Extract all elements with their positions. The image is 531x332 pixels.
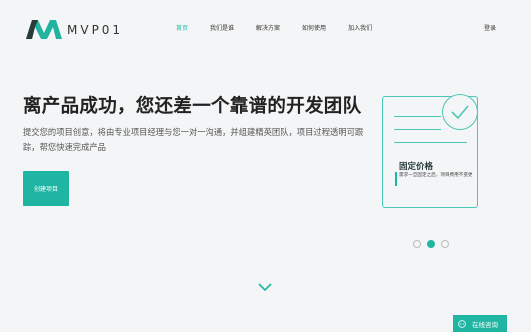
chat-icon <box>458 319 466 328</box>
online-consult-button[interactable]: 在线咨询 <box>453 315 507 332</box>
online-consult-label: 在线咨询 <box>472 320 498 329</box>
logo-mark-icon <box>26 20 62 39</box>
nav-item-solutions[interactable]: 解决方案 <box>256 24 280 34</box>
hero-description: 提交您的项目创意，将由专业项目经理与您一对一沟通，并组建精英团队，项目过程透明可… <box>23 127 364 152</box>
logo[interactable]: MVP01 <box>26 20 123 39</box>
check-icon <box>451 105 469 120</box>
nav-links: 首页 我们是谁 解决方案 如何使用 加入我们 <box>176 24 394 34</box>
check-circle <box>442 94 478 130</box>
card-line <box>394 129 441 131</box>
carousel-dot-1[interactable] <box>413 240 421 248</box>
nav-item-join-us[interactable]: 加入我们 <box>348 24 372 34</box>
carousel-dot-3[interactable] <box>441 240 449 248</box>
top-nav: MVP01 首页 我们是谁 解决方案 如何使用 加入我们 登录 <box>0 0 531 60</box>
card-line <box>394 142 467 144</box>
brand-name: MVP01 <box>67 22 124 37</box>
nav-item-about[interactable]: 我们是谁 <box>210 24 234 34</box>
hero-title: 离产品成功，您还差一个靠谱的开发团队 <box>23 96 362 117</box>
feature-card-text: 需求一旦固定之后，项目费用不变更 <box>399 173 473 178</box>
login-link[interactable]: 登录 <box>484 24 496 34</box>
feature-card-accent-bar <box>395 172 397 186</box>
chevron-down-icon[interactable] <box>258 282 272 292</box>
feature-card-title: 固定价格 <box>399 162 434 172</box>
create-project-button[interactable]: 创建项目 <box>23 171 69 206</box>
card-line <box>394 116 441 118</box>
nav-item-how-to-use[interactable]: 如何使用 <box>302 24 326 34</box>
carousel-dot-2[interactable] <box>427 240 435 248</box>
nav-item-home[interactable]: 首页 <box>176 24 188 34</box>
